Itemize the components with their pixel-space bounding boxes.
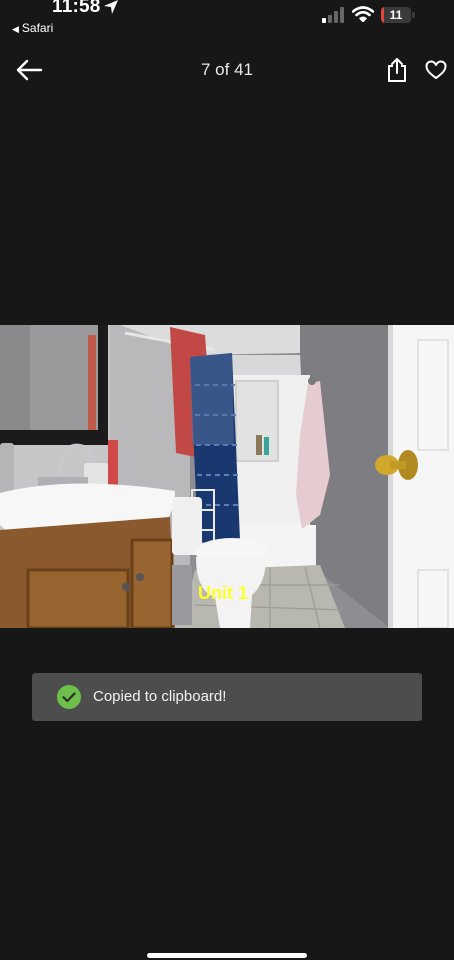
back-arrow-icon <box>16 59 43 81</box>
status-bar: 11:58 ◀ Safari 11 <box>0 0 454 40</box>
location-arrow-icon <box>104 0 118 14</box>
photo-overlay-label: Unit 1 <box>198 583 249 603</box>
back-app-label: Safari <box>21 21 54 35</box>
check-circle-icon <box>57 685 81 709</box>
back-button[interactable] <box>12 56 46 84</box>
gallery-nav-bar: 7 of 41 <box>0 50 454 90</box>
home-indicator[interactable] <box>147 953 307 958</box>
back-to-app-link[interactable]: ◀ Safari <box>12 21 53 35</box>
gallery-photo[interactable]: Unit 1 <box>0 325 454 630</box>
copied-toast: Copied to clipboard! <box>32 673 422 721</box>
toast-message: Copied to clipboard! <box>93 688 227 705</box>
share-button[interactable] <box>384 56 410 84</box>
heart-icon <box>425 60 447 79</box>
battery-body: 11 <box>381 7 411 23</box>
battery-cap <box>412 12 415 18</box>
wifi-icon <box>352 6 374 22</box>
battery-level: 11 <box>389 8 403 22</box>
battery-icon: 11 <box>381 7 415 23</box>
cellular-signal-icon <box>322 7 344 23</box>
back-triangle-icon: ◀ <box>12 24 19 34</box>
favorite-button[interactable] <box>423 56 449 84</box>
photo-counter: 7 of 41 <box>201 60 253 79</box>
status-time: 11:58 <box>52 0 101 17</box>
share-icon <box>388 58 406 82</box>
